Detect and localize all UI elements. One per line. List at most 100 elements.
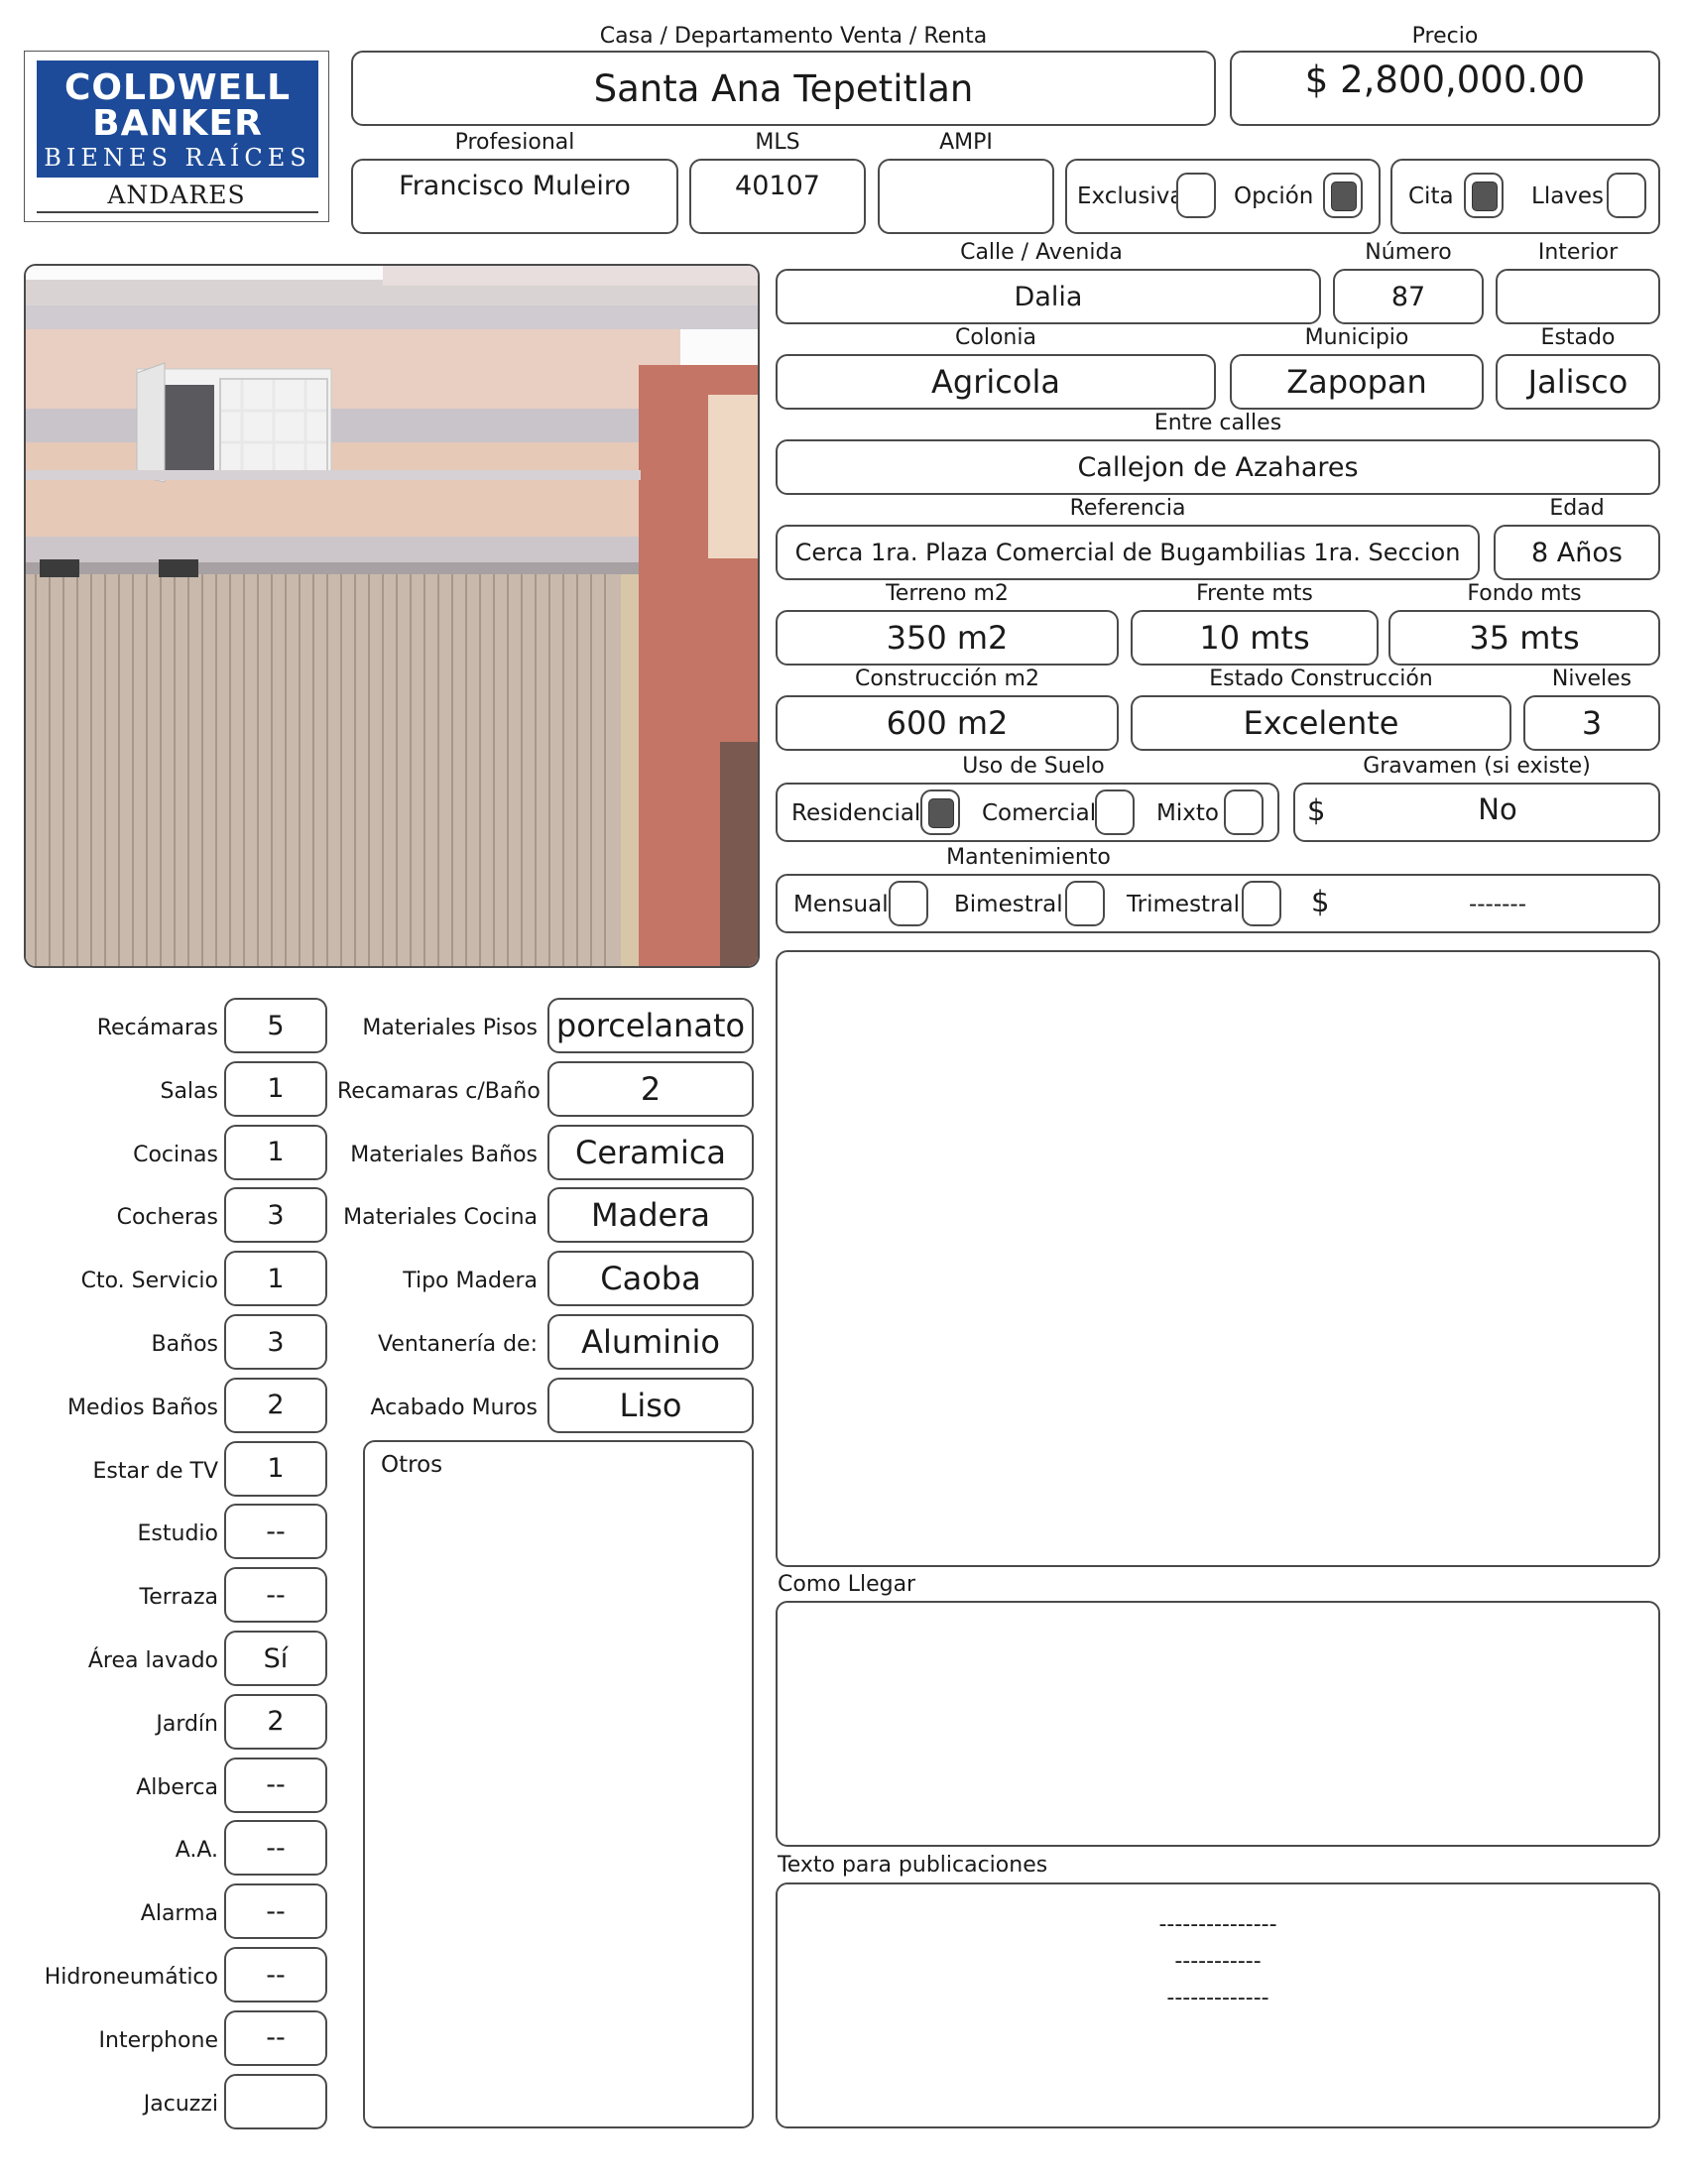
material-value[interactable]: Caoba <box>547 1251 754 1307</box>
feature-label: Interphone <box>98 2027 218 2053</box>
logo-divider <box>37 211 318 213</box>
feature-label: Jacuzzi <box>143 2091 218 2117</box>
llaves-checkbox[interactable] <box>1607 173 1646 218</box>
como-llegar-label: Como Llegar <box>778 1572 916 1597</box>
estado-field[interactable]: Jalisco <box>1496 354 1660 410</box>
opcion-label: Opción <box>1234 183 1314 209</box>
material-value[interactable]: Aluminio <box>547 1314 754 1370</box>
property-title[interactable]: Santa Ana Tepetitlan <box>351 51 1216 126</box>
estado-label: Estado <box>1540 325 1616 350</box>
price-field[interactable]: $ 2,800,000.00 <box>1230 51 1660 126</box>
niveles-field[interactable]: 3 <box>1523 695 1660 751</box>
material-value[interactable]: Liso <box>547 1377 754 1433</box>
feature-label: Medios Baños <box>67 1395 218 1420</box>
entre-calles-field[interactable]: Callejon de Azahares <box>776 439 1660 495</box>
texto-line-2: ----------- <box>1174 1949 1262 1974</box>
texto-line-1: --------------- <box>1158 1912 1277 1937</box>
como-llegar-field[interactable] <box>776 1601 1660 1847</box>
feature-value[interactable]: -- <box>224 1757 327 1813</box>
terreno-field[interactable]: 350 m2 <box>776 610 1119 666</box>
referencia-field[interactable]: Cerca 1ra. Plaza Comercial de Bugambilia… <box>776 525 1480 580</box>
interior-label: Interior <box>1537 240 1619 265</box>
cita-label: Cita <box>1408 183 1454 209</box>
gravamen-currency: $ <box>1307 793 1326 827</box>
feature-label: Alberca <box>136 1774 218 1800</box>
feature-value[interactable]: 5 <box>224 998 327 1053</box>
mensual-label: Mensual <box>793 892 889 917</box>
residencial-checkbox[interactable] <box>920 789 960 835</box>
fondo-field[interactable]: 35 mts <box>1388 610 1660 666</box>
material-value[interactable]: Ceramica <box>547 1124 754 1180</box>
comercial-checkbox[interactable] <box>1095 789 1135 835</box>
material-label: Acabado Muros <box>370 1395 538 1420</box>
feature-value[interactable]: Sí <box>224 1631 327 1686</box>
feature-value[interactable]: -- <box>224 1504 327 1560</box>
estado-construccion-label: Estado Construcción <box>1209 667 1433 691</box>
municipio-label: Municipio <box>1304 325 1409 350</box>
mixto-checkbox[interactable] <box>1224 789 1264 835</box>
logo-brand-block: COLDWELL BANKER BIENES RAÍCES <box>37 61 318 178</box>
mensual-checkbox[interactable] <box>889 881 928 926</box>
fondo-label: Fondo mts <box>1467 581 1582 606</box>
feature-value[interactable]: -- <box>224 1567 327 1624</box>
material-value[interactable]: porcelanato <box>547 998 754 1053</box>
material-label: Recamaras c/Baño <box>337 1078 541 1104</box>
feature-value[interactable] <box>224 2073 327 2129</box>
mls-field[interactable]: 40107 <box>689 159 866 234</box>
cita-checkbox[interactable] <box>1464 173 1504 218</box>
construccion-field[interactable]: 600 m2 <box>776 695 1119 751</box>
feature-label: Área lavado <box>87 1648 218 1673</box>
feature-value[interactable]: 1 <box>224 1251 327 1307</box>
material-value[interactable]: Madera <box>547 1187 754 1244</box>
numero-field[interactable]: 87 <box>1333 269 1484 324</box>
opcion-checkbox[interactable] <box>1323 173 1363 218</box>
property-photo <box>24 264 760 968</box>
property-type-label: Casa / Departamento Venta / Renta <box>599 24 988 49</box>
texto-publicaciones-field[interactable]: --------------- ----------- ------------… <box>776 1882 1660 2128</box>
municipio-field[interactable]: Zapopan <box>1230 354 1484 410</box>
feature-value[interactable]: -- <box>224 1947 327 2002</box>
material-label: Ventanería de: <box>378 1332 538 1357</box>
numero-label: Número <box>1365 240 1452 265</box>
otros-field[interactable]: Otros <box>363 1440 754 2128</box>
feature-value[interactable]: 1 <box>224 1060 327 1117</box>
trimestral-checkbox[interactable] <box>1242 881 1281 926</box>
exclusiva-checkbox[interactable] <box>1176 173 1216 218</box>
texto-line-3: ------------- <box>1166 1986 1269 2010</box>
house-facade-image <box>26 266 758 966</box>
feature-value[interactable]: 3 <box>224 1187 327 1244</box>
ampi-field[interactable] <box>878 159 1054 234</box>
feature-value[interactable]: -- <box>224 2009 327 2066</box>
profesional-field[interactable]: Francisco Muleiro <box>351 159 678 234</box>
material-label: Materiales Pisos <box>362 1016 538 1040</box>
profesional-label: Profesional <box>454 130 575 155</box>
feature-value[interactable]: 1 <box>224 1124 327 1180</box>
colonia-label: Colonia <box>955 325 1036 350</box>
residencial-label: Residencial <box>791 800 921 826</box>
feature-label: Cocheras <box>116 1205 218 1231</box>
notes-area[interactable] <box>776 950 1660 1567</box>
material-value[interactable]: 2 <box>547 1060 754 1117</box>
feature-value[interactable]: 1 <box>224 1440 327 1497</box>
bimestral-checkbox[interactable] <box>1065 881 1105 926</box>
colonia-field[interactable]: Agricola <box>776 354 1216 410</box>
logo-line3: BIENES RAÍCES <box>44 144 311 172</box>
feature-value[interactable]: -- <box>224 1883 327 1940</box>
feature-value[interactable]: 2 <box>224 1693 327 1750</box>
material-label: Materiales Cocina <box>343 1205 538 1231</box>
material-label: Tipo Madera <box>403 1269 538 1294</box>
mantenimiento-currency: $ <box>1311 885 1330 918</box>
feature-value[interactable]: -- <box>224 1820 327 1877</box>
feature-value[interactable]: 3 <box>224 1314 327 1370</box>
llaves-label: Llaves <box>1531 183 1605 209</box>
ampi-label: AMPI <box>939 130 993 155</box>
frente-field[interactable]: 10 mts <box>1131 610 1379 666</box>
construccion-label: Construcción m2 <box>855 667 1039 691</box>
mantenimiento-amount[interactable]: ------- <box>1408 891 1587 918</box>
edad-field[interactable]: 8 Años <box>1494 525 1660 580</box>
calle-field[interactable]: Dalia <box>776 269 1321 324</box>
interior-field[interactable] <box>1496 269 1660 324</box>
estado-construccion-field[interactable]: Excelente <box>1131 695 1511 751</box>
gravamen-value: No <box>1478 792 1517 826</box>
feature-value[interactable]: 2 <box>224 1377 327 1433</box>
